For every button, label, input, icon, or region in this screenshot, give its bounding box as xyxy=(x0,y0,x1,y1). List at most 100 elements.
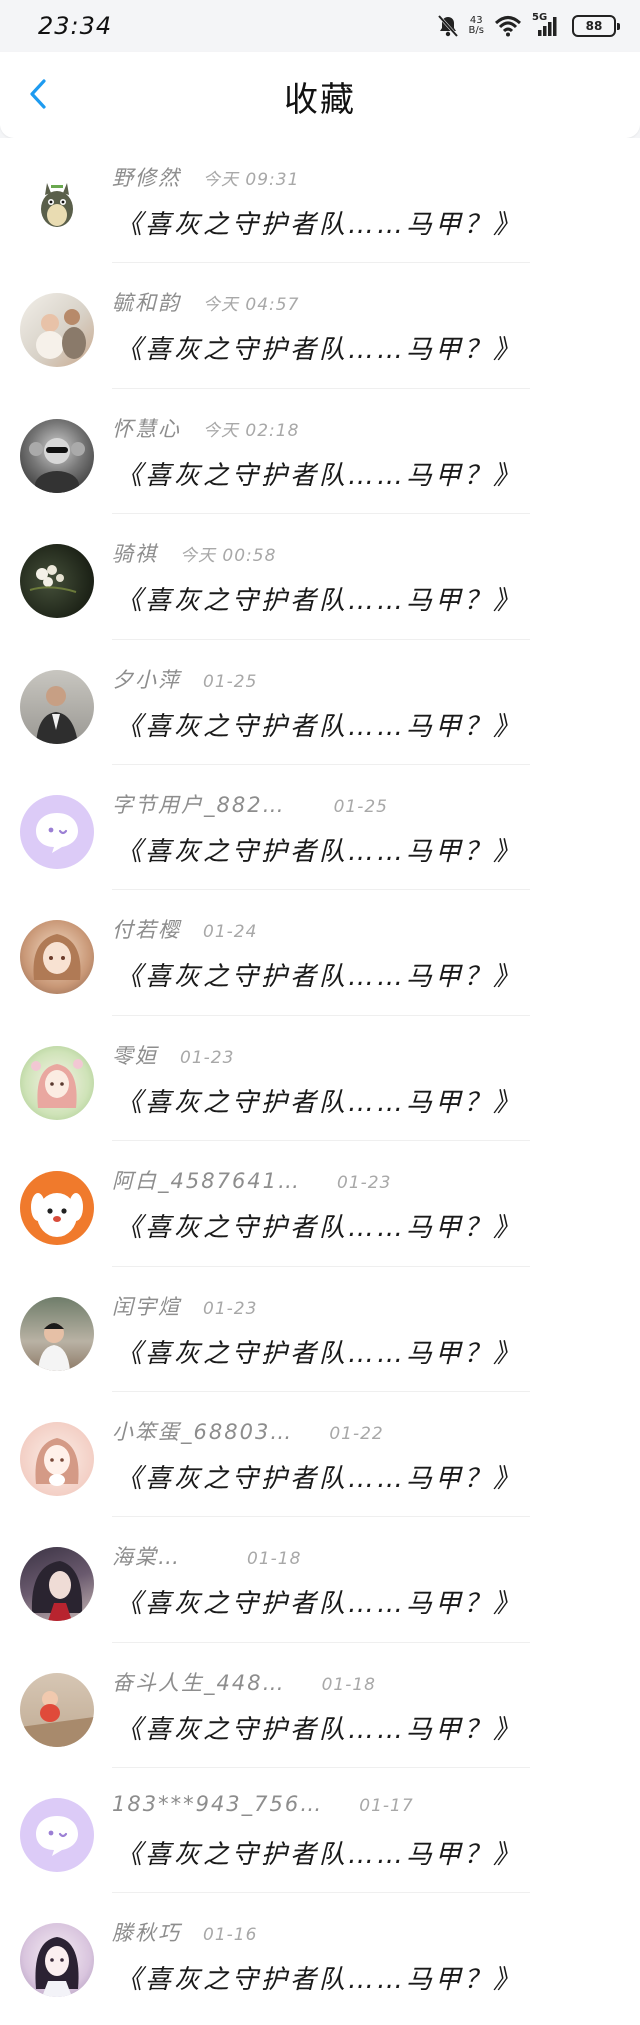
list-item[interactable]: 付若樱 01-24 《喜灰之守护者队……马甲？》 xyxy=(0,890,640,1016)
totoro-avatar-icon xyxy=(41,183,73,227)
timestamp: 今天 02:18 xyxy=(203,420,300,441)
avatar[interactable] xyxy=(20,168,94,242)
nav-bar: 收藏 xyxy=(0,52,640,138)
user-name[interactable]: 夕小萍 xyxy=(112,664,181,694)
favorites-list: 野修然 今天 09:31 《喜灰之守护者队……马甲？》 毓和韵 今天 04:57… xyxy=(0,138,640,2025)
user-name[interactable]: 奋斗人生_448… xyxy=(112,1667,286,1697)
item-header: 怀慧心 今天 02:18 xyxy=(112,413,299,443)
message-text[interactable]: 《喜灰之守护者队……马甲？》 xyxy=(116,706,522,743)
net-speed-unit: B/s xyxy=(468,25,484,36)
list-item[interactable]: 183***943_756… 01-17 《喜灰之守护者队……马甲？》 xyxy=(0,1768,640,1894)
photo-avatar-icon xyxy=(36,685,78,744)
list-item[interactable]: 字节用户_882… 01-25 《喜灰之守护者队……马甲？》 xyxy=(0,765,640,891)
user-name[interactable]: 毓和韵 xyxy=(112,287,181,317)
message-text[interactable]: 《喜灰之守护者队……马甲？》 xyxy=(116,1959,522,1996)
anime-avatar-icon xyxy=(31,1561,83,1622)
user-name[interactable]: 滕秋巧 xyxy=(112,1917,181,1947)
avatar[interactable] xyxy=(20,920,94,995)
user-name[interactable]: 怀慧心 xyxy=(112,413,181,443)
net-speed: 43 B/s xyxy=(469,16,484,36)
anime-avatar-icon xyxy=(35,1437,79,1486)
list-item[interactable]: 夕小萍 01-25 《喜灰之守护者队……马甲？》 xyxy=(0,640,640,765)
timestamp: 01-25 xyxy=(203,671,258,692)
user-name[interactable]: 野修然 xyxy=(112,162,181,192)
user-name[interactable]: 零姮 xyxy=(112,1040,158,1070)
avatar[interactable] xyxy=(20,1421,94,1496)
message-text[interactable]: 《喜灰之守护者队……马甲？》 xyxy=(116,204,522,241)
item-header: 滕秋巧 01-16 xyxy=(112,1917,257,1947)
item-header: 付若樱 01-24 xyxy=(112,914,257,944)
item-header: 骑祺 今天 00:58 xyxy=(112,538,276,568)
status-bar: 23:34 43 B/s 5G 88 xyxy=(0,0,640,52)
item-header: 小笨蛋_68803… 01-22 xyxy=(112,1416,384,1446)
message-text[interactable]: 《喜灰之守护者队……马甲？》 xyxy=(116,1458,522,1495)
photo-avatar-icon xyxy=(38,1322,70,1371)
message-text[interactable]: 《喜灰之守护者队……马甲？》 xyxy=(116,1709,522,1746)
timestamp: 01-23 xyxy=(337,1173,392,1194)
battery-icon: 88 xyxy=(572,15,620,37)
avatar[interactable] xyxy=(20,544,94,619)
avatar[interactable] xyxy=(20,1045,94,1120)
message-text[interactable]: 《喜灰之守护者队……马甲？》 xyxy=(116,831,522,868)
message-text[interactable]: 《喜灰之守护者队……马甲？》 xyxy=(116,455,522,492)
item-header: 阿白_4587641… 01-23 xyxy=(112,1165,391,1195)
user-name[interactable]: 183***943_756… xyxy=(112,1792,323,1816)
timestamp: 01-23 xyxy=(180,1047,235,1068)
timestamp: 01-18 xyxy=(321,1674,376,1695)
avatar[interactable] xyxy=(20,293,94,368)
list-item[interactable]: 海棠… 01-18 《喜灰之守护者队……马甲？》 xyxy=(0,1517,640,1643)
list-item[interactable]: 零姮 01-23 《喜灰之守护者队……马甲？》 xyxy=(0,1016,640,1142)
list-item[interactable]: 闰宇煊 01-23 《喜灰之守护者队……马甲？》 xyxy=(0,1267,640,1392)
avatar[interactable] xyxy=(20,418,94,493)
list-item[interactable]: 毓和韵 今天 04:57 《喜灰之守护者队……马甲？》 xyxy=(0,263,640,389)
timestamp: 01-16 xyxy=(203,1925,258,1946)
status-icons: 43 B/s 5G 88 xyxy=(437,12,620,40)
list-item[interactable]: 野修然 今天 09:31 《喜灰之守护者队……马甲？》 xyxy=(0,138,640,264)
notification-muted-icon xyxy=(437,14,458,38)
avatar[interactable] xyxy=(20,1672,94,1747)
message-text[interactable]: 《喜灰之守护者队……马甲？》 xyxy=(116,1583,522,1620)
message-text[interactable]: 《喜灰之守护者队……马甲？》 xyxy=(116,1207,522,1244)
timestamp: 今天 09:31 xyxy=(203,170,300,190)
list-item[interactable]: 滕秋巧 01-16 《喜灰之守护者队……马甲？》 xyxy=(0,1893,640,2018)
battery-level: 88 xyxy=(585,19,603,33)
item-header: 野修然 今天 09:31 xyxy=(112,162,299,192)
message-text[interactable]: 《喜灰之守护者队……马甲？》 xyxy=(116,580,522,617)
user-name[interactable]: 闰宇煊 xyxy=(112,1291,181,1321)
timestamp: 01-18 xyxy=(247,1549,302,1570)
message-text[interactable]: 《喜灰之守护者队……马甲？》 xyxy=(116,956,522,993)
anime-avatar-icon xyxy=(33,934,81,981)
photo-avatar-icon xyxy=(20,1690,94,1747)
message-text[interactable]: 《喜灰之守护者队……马甲？》 xyxy=(116,1834,522,1871)
timestamp: 今天 04:57 xyxy=(203,295,300,316)
item-header: 字节用户_882… 01-25 xyxy=(112,789,388,819)
list-item[interactable]: 阿白_4587641… 01-23 《喜灰之守护者队……马甲？》 xyxy=(0,1141,640,1267)
user-name[interactable]: 小笨蛋_68803… xyxy=(112,1416,293,1446)
avatar[interactable] xyxy=(20,1798,94,1873)
photo-avatar-icon xyxy=(36,309,86,360)
signal-indicator: 5G xyxy=(532,12,562,38)
page-title: 收藏 xyxy=(284,80,356,120)
timestamp: 今天 00:58 xyxy=(180,546,277,567)
avatar[interactable] xyxy=(20,1296,94,1371)
avatar[interactable] xyxy=(20,794,94,869)
avatar[interactable] xyxy=(20,1171,94,1246)
user-name[interactable]: 海棠… xyxy=(112,1541,181,1571)
user-name[interactable]: 付若樱 xyxy=(112,914,181,944)
list-item[interactable]: 奋斗人生_448… 01-18 《喜灰之守护者队……马甲？》 xyxy=(0,1643,640,1769)
message-text[interactable]: 《喜灰之守护者队……马甲？》 xyxy=(116,1333,522,1370)
user-name[interactable]: 阿白_4587641… xyxy=(112,1165,301,1195)
item-header: 183***943_756… 01-17 xyxy=(112,1792,414,1816)
user-name[interactable]: 骑祺 xyxy=(112,538,158,568)
avatar[interactable] xyxy=(20,1923,94,1998)
message-text[interactable]: 《喜灰之守护者队……马甲？》 xyxy=(116,329,522,366)
user-name[interactable]: 字节用户_882… xyxy=(112,789,286,819)
list-item[interactable]: 怀慧心 今天 02:18 《喜灰之守护者队……马甲？》 xyxy=(0,389,640,515)
avatar[interactable] xyxy=(20,1547,94,1622)
anime-avatar-icon xyxy=(35,1937,79,1998)
message-text[interactable]: 《喜灰之守护者队……马甲？》 xyxy=(116,1082,522,1119)
list-item[interactable]: 骑祺 今天 00:58 《喜灰之守护者队……马甲？》 xyxy=(0,514,640,640)
timestamp: 01-17 xyxy=(359,1796,414,1817)
avatar[interactable] xyxy=(20,669,94,744)
list-item[interactable]: 小笨蛋_68803… 01-22 《喜灰之守护者队……马甲？》 xyxy=(0,1392,640,1518)
